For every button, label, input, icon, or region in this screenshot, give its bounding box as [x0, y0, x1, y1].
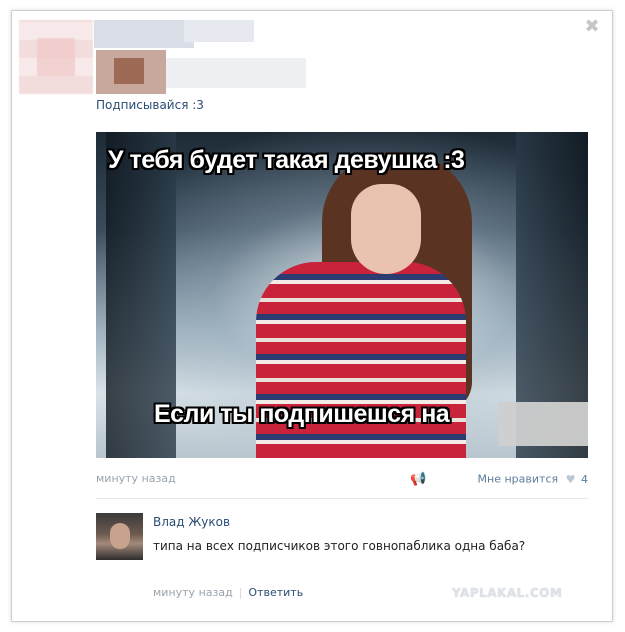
comment-avatar[interactable] [96, 513, 143, 560]
like-label: Мне нравится [477, 472, 559, 486]
comment-meta: минуту назад | Ответить [153, 586, 303, 599]
comment-author[interactable]: Влад Жуков [153, 515, 230, 529]
post-image[interactable]: У тебя будет такая девушка :3 Если ты по… [96, 132, 588, 458]
close-icon[interactable]: ✖ [584, 18, 600, 36]
image-caption-top: У тебя будет такая девушка :3 [108, 146, 465, 174]
blurred-group-name [498, 402, 588, 446]
like-button[interactable]: Мне нравится ♥ 4 [478, 472, 588, 486]
watermark: YAPLAKAL.COM [452, 586, 563, 600]
comment-time[interactable]: минуту назад [153, 586, 233, 599]
heart-icon: ♥ [565, 472, 576, 486]
like-count: 4 [581, 472, 588, 486]
share-icon[interactable]: 📢 [410, 472, 426, 487]
comment-text: типа на всех подписчиков этого говнопабл… [153, 539, 526, 553]
author-avatar-blurred[interactable] [19, 20, 93, 94]
post-time[interactable]: минуту назад [96, 472, 176, 485]
post-meta: минуту назад 📢 Мне нравится ♥ 4 [96, 472, 588, 488]
reply-button[interactable]: Ответить [248, 586, 303, 599]
author-info-blurred [94, 20, 324, 94]
separator: | [238, 586, 243, 599]
post-text: Подписывайся :3 [96, 98, 204, 112]
divider [96, 498, 588, 499]
